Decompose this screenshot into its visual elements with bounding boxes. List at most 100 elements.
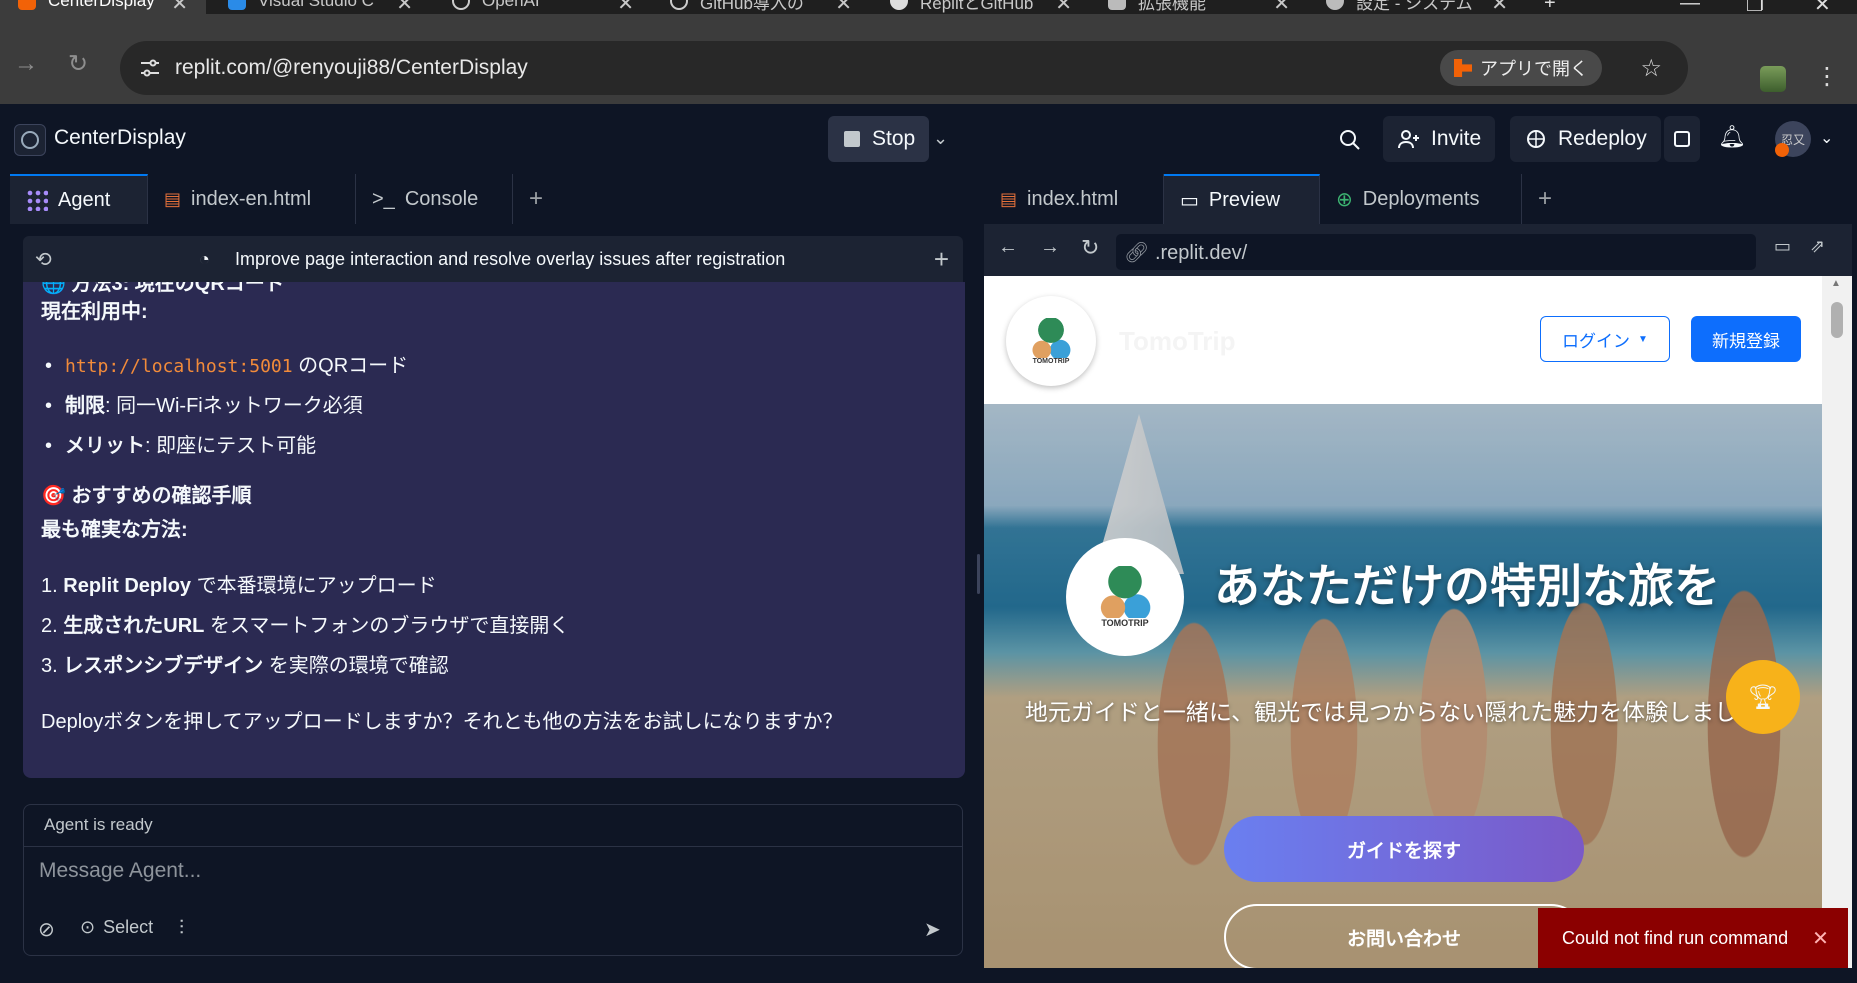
close-icon[interactable]: ✕ — [617, 0, 634, 14]
chevron-down-icon[interactable]: ⌄ — [1820, 128, 1833, 148]
scrollbar-thumb[interactable] — [1831, 302, 1843, 338]
user-avatar[interactable]: 忍又 — [1775, 121, 1811, 157]
localhost-link[interactable]: http://localhost:5001 — [65, 356, 293, 377]
address-bar[interactable]: replit.com/@renyouji88/CenterDisplay アプリ… — [120, 41, 1688, 95]
html-file-icon: ▤ — [1000, 188, 1018, 209]
new-chat-icon[interactable]: + — [934, 244, 949, 275]
preview-url-bar: ← → ↻ 🔗︎ .replit.dev/ ▭ ⇗ — [984, 224, 1852, 276]
site-settings-icon[interactable] — [138, 56, 162, 80]
palm-tree-icon — [1095, 566, 1155, 618]
deploy-status-button[interactable] — [1664, 116, 1700, 162]
stop-button[interactable]: Stop — [828, 116, 929, 162]
hero-subtitle: 地元ガイドと一緒に、観光では見つからない隠れた魅力を体験しましょう — [1024, 699, 1784, 725]
contact-button[interactable]: お問い合わせ — [1224, 904, 1584, 968]
list-item-bold: 制限 — [65, 395, 105, 417]
restore-icon[interactable]: ❐ — [1746, 0, 1764, 14]
stop-label: Stop — [872, 127, 916, 150]
history-icon[interactable]: ⟲ — [35, 247, 52, 272]
browser-tab-label: Visual Studio C — [258, 0, 374, 10]
open-in-app-button[interactable]: アプリで開く — [1440, 50, 1602, 86]
profile-avatar[interactable] — [1760, 66, 1786, 92]
close-icon[interactable]: ✕ — [396, 0, 413, 14]
current-label: 現在利用中: — [41, 301, 148, 323]
reload-icon[interactable]: ↻ — [1081, 235, 1099, 261]
close-icon[interactable]: ✕ — [1055, 0, 1072, 14]
search-icon[interactable] — [1338, 128, 1362, 152]
close-icon[interactable]: ✕ — [1491, 0, 1508, 14]
register-label: 新規登録 — [1712, 331, 1780, 351]
tab-agent[interactable]: Agent — [10, 174, 148, 224]
redeploy-button[interactable]: Redeploy — [1510, 116, 1661, 162]
register-button[interactable]: 新規登録 — [1691, 316, 1801, 362]
browser-tab-replit-github[interactable]: ReplitとGitHub ✕ — [890, 0, 1072, 14]
minimize-icon[interactable]: — — [1680, 0, 1700, 14]
closing-message: Deployボタンを押してアップロードしますか？それとも他の方法をお試しになりま… — [41, 711, 843, 733]
step-text: をスマートフォンのブラウザで直接開く — [204, 615, 570, 637]
scroll-up-icon[interactable]: ▲ — [1831, 278, 1841, 289]
external-link-icon[interactable]: ⇗ — [1810, 236, 1825, 257]
browser-tab-github[interactable]: GitHub導入の ✕ — [670, 0, 852, 14]
list-item: • 制限: 同一Wi-Fiネットワーク必須 — [45, 395, 363, 417]
close-icon[interactable]: ✕ — [171, 0, 188, 14]
task-bar: ⟲ ◔ Improve page interaction and resolve… — [23, 236, 963, 282]
trophy-icon[interactable]: 🏆︎ — [1726, 660, 1800, 734]
bookmark-star-icon[interactable]: ☆ — [1640, 54, 1662, 83]
close-icon[interactable]: ✕ — [1812, 926, 1829, 951]
sliders-icon[interactable]: ⫶ — [179, 917, 184, 940]
close-icon[interactable]: ✕ — [1273, 0, 1290, 14]
toast-message: Could not find run command — [1562, 927, 1789, 948]
tab-index-html[interactable]: ▤ index.html — [984, 174, 1164, 224]
chat-transcript: 🌐 方法3: 現在のQRコード 現在利用中: • http://localhos… — [23, 282, 965, 778]
chevron-down-icon[interactable]: ⌄ — [933, 128, 948, 149]
paperclip-icon[interactable]: ⊘ — [38, 917, 55, 942]
tab-index-en-html[interactable]: ▤ index-en.html — [148, 174, 356, 224]
replit-icon — [18, 0, 36, 10]
invite-label: Invite — [1431, 127, 1482, 150]
site-brand[interactable]: TomoTrip — [1119, 326, 1236, 357]
new-tab-icon[interactable]: + — [1544, 0, 1556, 14]
caret-down-icon: ▼ — [1638, 333, 1648, 345]
back-icon[interactable]: ← — [998, 236, 1018, 259]
login-dropdown-button[interactable]: ログイン ▼ — [1540, 316, 1670, 362]
list-item: • メリット: 即座にテスト可能 — [45, 435, 317, 457]
app-name: CenterDisplay — [54, 126, 186, 149]
invite-button[interactable]: Invite — [1383, 116, 1496, 162]
pane-resizer[interactable] — [972, 174, 984, 983]
notification-dot — [1775, 143, 1789, 157]
site-logo[interactable]: TOMOTRIP — [1006, 296, 1096, 386]
devices-icon[interactable]: ▭ — [1774, 236, 1791, 257]
tab-console[interactable]: >_ Console — [356, 174, 513, 224]
workspace-header: CenterDisplay Stop ⌄ Invite Redeploy 🔔︎ … — [0, 104, 1857, 174]
bell-icon[interactable]: 🔔︎ — [1718, 124, 1746, 150]
select-element-button[interactable]: ⊙ Select — [80, 917, 153, 938]
window-close-icon[interactable]: ✕ — [1814, 0, 1831, 14]
section-heading: 🌐 方法3: 現在のQRコード — [41, 282, 285, 295]
browser-tab-extensions[interactable]: 拡張機能 ✕ — [1108, 0, 1290, 14]
repl-logo-icon[interactable] — [14, 124, 46, 156]
add-tab-button[interactable]: + — [1522, 174, 1569, 224]
forward-icon[interactable]: → — [14, 50, 38, 78]
open-in-app-label: アプリで開く — [1480, 59, 1588, 79]
section-title: 🎯 おすすめの確認手順 — [41, 485, 252, 507]
tab-label: Agent — [58, 188, 111, 211]
preview-url-input[interactable]: 🔗︎ .replit.dev/ — [1116, 234, 1756, 270]
add-tab-button[interactable]: + — [513, 174, 560, 224]
reload-icon[interactable]: ↻ — [68, 50, 88, 79]
send-icon[interactable]: ➤ — [924, 917, 941, 942]
browser-tab-vscode[interactable]: Visual Studio C ✕ — [228, 0, 413, 14]
scrollbar[interactable]: ▲ — [1822, 276, 1852, 968]
github-icon — [890, 0, 908, 10]
find-guide-button[interactable]: ガイドを探す — [1224, 816, 1584, 882]
browser-tab-label: 設定 - システム — [1356, 0, 1473, 13]
close-icon[interactable]: ✕ — [835, 0, 852, 14]
browser-tab-settings[interactable]: 設定 - システム ✕ — [1326, 0, 1508, 14]
tab-deployments[interactable]: ⊕ Deployments — [1320, 174, 1522, 224]
browser-tab-centerdisplay[interactable]: CenterDisplay ✕ — [0, 0, 206, 14]
browser-tab-label: ReplitとGitHub — [920, 0, 1034, 13]
forward-icon[interactable]: → — [1040, 236, 1060, 259]
step-bold: レスポンシブデザイン — [63, 655, 264, 677]
tab-preview[interactable]: ▭ Preview — [1164, 174, 1320, 224]
message-input[interactable]: Message Agent... ⊘ ⊙ Select ⫶ ➤ — [23, 846, 963, 956]
browser-tab-openai[interactable]: OpenAI ✕ — [452, 0, 634, 14]
browser-menu-icon[interactable]: ⋮ — [1815, 62, 1839, 91]
